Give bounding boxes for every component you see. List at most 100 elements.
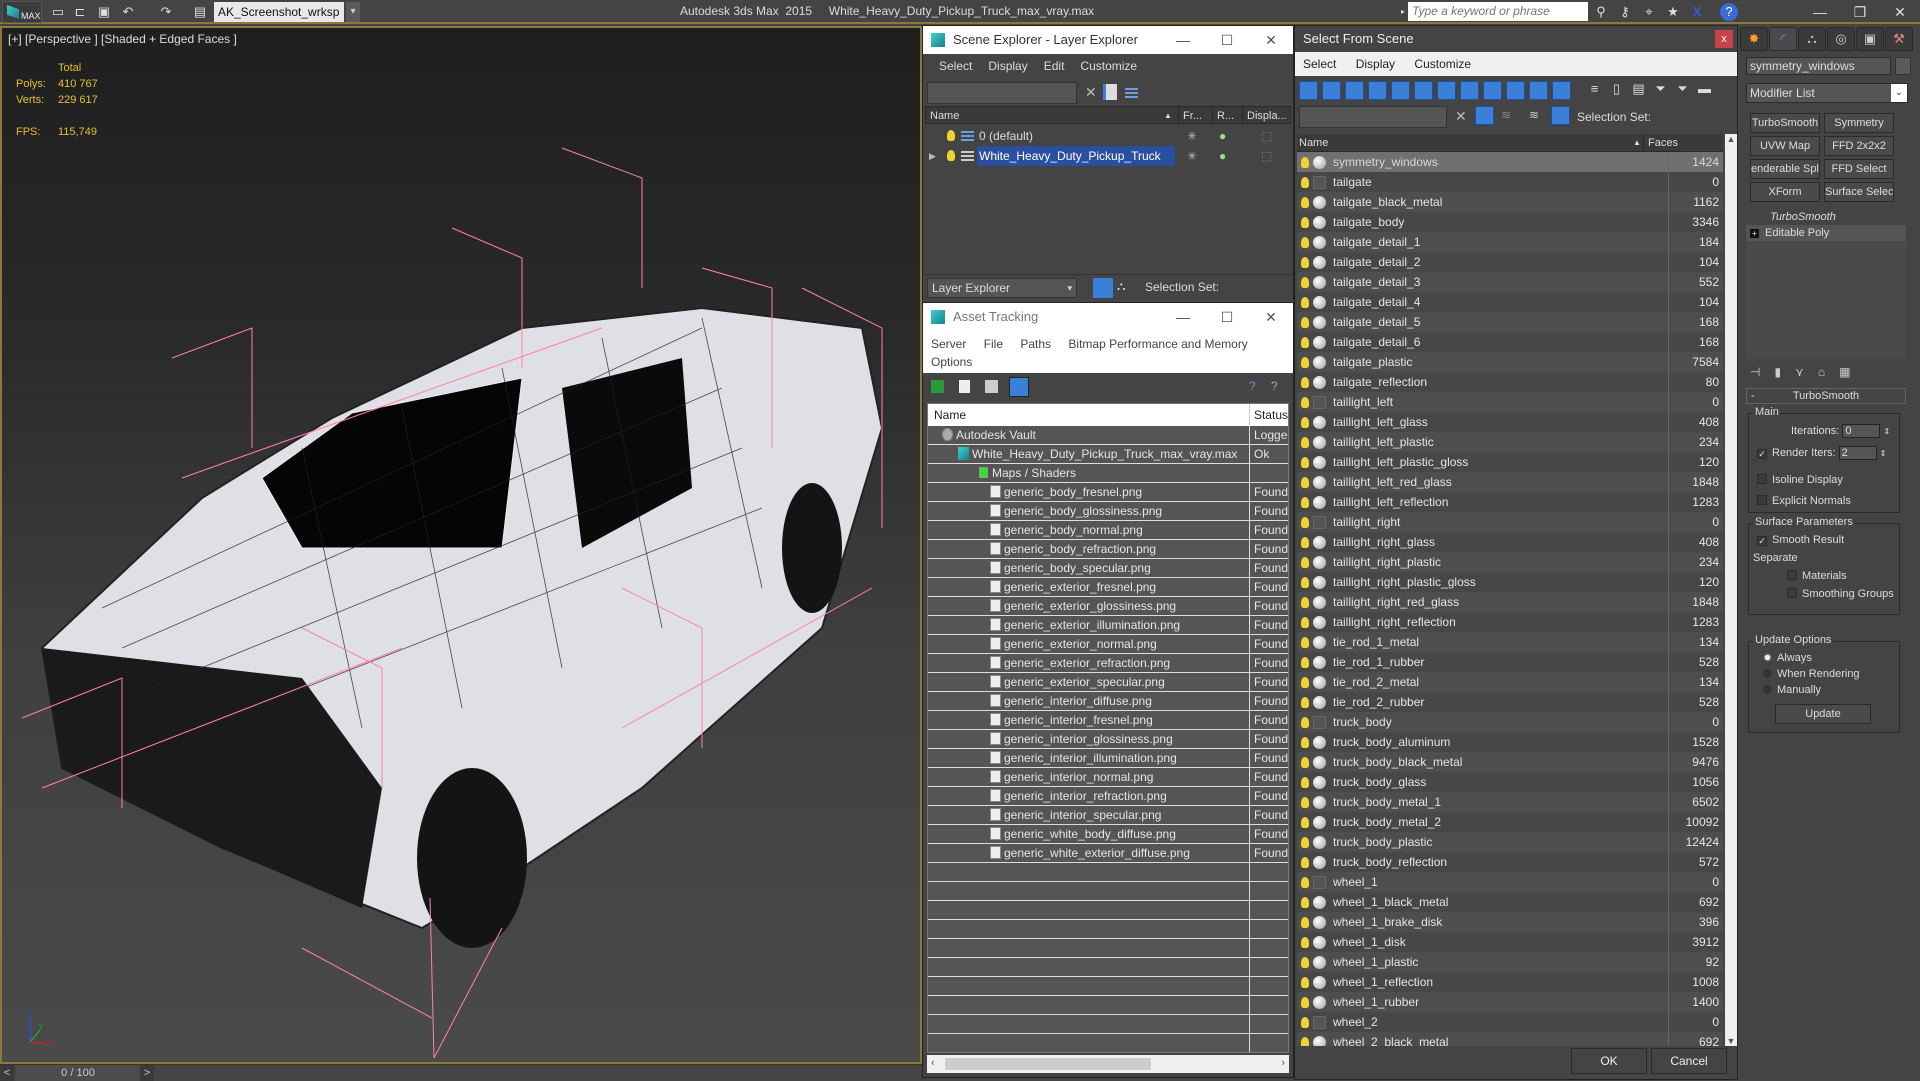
modifier-button[interactable]: enderable Splin	[1750, 159, 1820, 179]
scene-explorer-filter-input[interactable]	[927, 82, 1077, 104]
hierarchy-view-icon[interactable]	[1551, 106, 1570, 125]
object-row[interactable]: wheel_1_disk 3912	[1297, 932, 1723, 952]
expand-arrow-icon[interactable]: ▶	[929, 146, 936, 166]
display-box-icon[interactable]: ⬚	[1261, 126, 1272, 146]
modifier-button[interactable]: UVW Map	[1750, 136, 1820, 156]
lightbulb-icon[interactable]	[1301, 776, 1309, 788]
space-warps-filter-icon[interactable]	[1414, 81, 1433, 100]
hierarchy-icon[interactable]: ⛬	[1798, 27, 1826, 51]
object-name-input[interactable]	[1746, 57, 1891, 75]
motion-icon[interactable]: ◎	[1827, 27, 1855, 51]
x-exchange-icon[interactable]: X	[1688, 3, 1706, 21]
vertical-scrollbar[interactable]: ▲ ▼	[1725, 134, 1737, 1046]
star-icon[interactable]: ★	[1664, 3, 1682, 21]
layers-view-icon[interactable]: ≋	[1529, 108, 1539, 122]
object-row[interactable]: wheel_1_black_metal 692	[1297, 892, 1723, 912]
clear-filter-icon[interactable]: ✕	[1085, 84, 1097, 101]
remove-modifier-icon[interactable]: ⌂	[1818, 365, 1825, 383]
modifier-list-dropdown[interactable]: Modifier List ⌄	[1746, 83, 1908, 103]
lightbulb-icon[interactable]	[1301, 596, 1309, 608]
bones-filter-icon[interactable]	[1483, 81, 1502, 100]
update-always-radio[interactable]	[1763, 653, 1772, 662]
geometry-filter-icon[interactable]	[1299, 81, 1318, 100]
lightbulb-icon[interactable]	[1301, 336, 1309, 348]
menu-paths[interactable]: Paths	[1020, 337, 1051, 351]
lightbulb-icon[interactable]	[1301, 676, 1309, 688]
layer-highlight-icon[interactable]	[1125, 88, 1138, 98]
quick-access-customize-button[interactable]: ▾	[346, 2, 360, 22]
viewport-label-menu[interactable]: [+] [Perspective ] [Shaded + Edged Faces…	[8, 32, 237, 46]
asset-row[interactable]: generic_exterior_illumination.png Found	[928, 616, 1288, 635]
asset-row[interactable]: Autodesk Vault Logged	[928, 426, 1288, 445]
asset-row[interactable]: generic_interior_fresnel.png Found	[928, 711, 1288, 730]
materials-checkbox[interactable]	[1787, 570, 1797, 580]
lightbulb-icon[interactable]	[1301, 1036, 1309, 1046]
hidden-filter-icon[interactable]	[1552, 81, 1571, 100]
spinner-arrows-icon[interactable]: ⇕	[1880, 449, 1887, 458]
object-row[interactable]: taillight_left_glass 408	[1297, 412, 1723, 432]
undo-icon[interactable]: ↶	[120, 4, 136, 20]
perspective-viewport[interactable]: [+] [Perspective ] [Shaded + Edged Faces…	[0, 26, 922, 1064]
open-file-icon[interactable]: ⊏	[72, 4, 88, 20]
object-row[interactable]: taillight_left_reflection 1283	[1297, 492, 1723, 512]
object-row[interactable]: truck_body_plastic 12424	[1297, 832, 1723, 852]
object-row[interactable]: symmetry_windows 1424	[1297, 152, 1723, 172]
lightbulb-icon[interactable]	[1301, 376, 1309, 388]
object-row[interactable]: tie_rod_1_metal 134	[1297, 632, 1723, 652]
object-row[interactable]: truck_body_reflection 572	[1297, 852, 1723, 872]
asset-row[interactable]: generic_interior_illumination.png Found	[928, 749, 1288, 768]
lightbulb-icon[interactable]	[1301, 536, 1309, 548]
object-row[interactable]: tie_rod_2_metal 134	[1297, 672, 1723, 692]
close-button[interactable]: ✕	[1249, 303, 1293, 331]
scroll-right-icon[interactable]: ›	[1281, 1057, 1285, 1069]
modifier-button[interactable]: XForm	[1750, 182, 1820, 202]
asset-row[interactable]: Maps / Shaders	[928, 464, 1288, 483]
smooth-result-checkbox[interactable]: ✓	[1757, 536, 1767, 546]
lightbulb-icon[interactable]	[1301, 216, 1309, 228]
lightbulb-icon[interactable]	[1301, 416, 1309, 428]
xrefs-filter-icon[interactable]	[1460, 81, 1479, 100]
object-row[interactable]: truck_body_black_metal 9476	[1297, 752, 1723, 772]
column-freeze[interactable]: Fr...	[1178, 107, 1202, 125]
display-icon[interactable]: ▣	[1856, 27, 1884, 51]
clear-find-icon[interactable]: ✕	[1455, 108, 1467, 125]
menu-select[interactable]: Select	[931, 54, 980, 78]
menu-customize[interactable]: Customize	[1072, 54, 1145, 78]
object-row[interactable]: wheel_1_reflection 1008	[1297, 972, 1723, 992]
asset-row[interactable]: generic_interior_normal.png Found	[928, 768, 1288, 787]
teapot-render-icon[interactable]: ●	[1219, 146, 1226, 166]
cameras-filter-icon[interactable]	[1368, 81, 1387, 100]
minimize-button[interactable]: —	[1161, 26, 1205, 54]
column-name[interactable]: Name	[930, 107, 959, 125]
lights-filter-icon[interactable]	[1345, 81, 1364, 100]
lightbulb-icon[interactable]	[1301, 896, 1309, 908]
lightbulb-icon[interactable]	[1301, 996, 1309, 1008]
lightbulb-icon[interactable]	[1301, 796, 1309, 808]
object-row[interactable]: taillight_left_plastic 234	[1297, 432, 1723, 452]
lightbulb-icon[interactable]	[1301, 716, 1309, 728]
lightbulb-icon[interactable]	[1301, 656, 1309, 668]
scroll-down-icon[interactable]: ▼	[1725, 1036, 1737, 1046]
configure-sets-icon[interactable]: ▦	[1839, 365, 1850, 383]
lightbulb-icon[interactable]	[947, 130, 955, 141]
lightbulb-icon[interactable]	[1301, 856, 1309, 868]
object-row[interactable]: taillight_right_reflection 1283	[1297, 612, 1723, 632]
lightbulb-icon[interactable]	[1301, 936, 1309, 948]
close-button[interactable]: ✕	[1249, 26, 1293, 54]
lightbulb-icon[interactable]	[1301, 496, 1309, 508]
save-icon[interactable]: ▣	[96, 4, 112, 20]
lightbulb-icon[interactable]	[1301, 616, 1309, 628]
minimize-button[interactable]: —	[1161, 303, 1205, 331]
menu-server[interactable]: Server	[931, 337, 966, 351]
layer-row[interactable]: ▶ White_Heavy_Duty_Pickup_Truck ✳ ● ⬚	[925, 146, 1291, 166]
object-row[interactable]: truck_body_metal_1 6502	[1297, 792, 1723, 812]
freeze-icon[interactable]: ✳	[1187, 146, 1197, 166]
object-row[interactable]: truck_body 0	[1297, 712, 1723, 732]
explicit-normals-checkbox[interactable]	[1757, 495, 1767, 505]
key-icon[interactable]: ⚷	[1616, 3, 1634, 21]
asset-row[interactable]: generic_interior_glossiness.png Found	[928, 730, 1288, 749]
table-view-icon[interactable]	[1009, 377, 1029, 397]
render-iters-checkbox[interactable]: ✓	[1757, 448, 1767, 459]
lightbulb-icon[interactable]	[1301, 436, 1309, 448]
update-manually-radio[interactable]	[1763, 685, 1772, 694]
